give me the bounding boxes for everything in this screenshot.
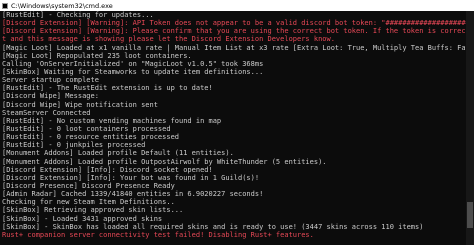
console-line: [Discord Extension] [Info]: Discord sock… [2,165,213,174]
scrollbar-thumb[interactable] [467,202,473,228]
console-line: Calling 'OnServerInitialized' on "MagicL… [2,59,264,68]
console-line: [RustEdit] - 0 loot containers processed [2,124,171,133]
vertical-scrollbar[interactable] [466,11,474,245]
console-line: [SkinBox] - SkinBox has loaded all requi… [2,222,424,231]
console-line: [Monument Addons] Loaded profile Default… [2,149,234,158]
cmd-icon [2,2,8,9]
console-line: [Discord Wipe] Wipe notification sent [2,100,158,109]
console-line: Checking for new Steam Item Definitions.… [2,198,175,207]
console-line: [RustEdit] - 0 junkpiles processed [2,141,146,150]
console-line: [SkinBox] Waiting for Steamworks to upda… [2,67,264,76]
console-line: [Discord Wipe] Message: [2,92,99,101]
console-line: [Magic Loot] Loaded at x1 vanilla rate |… [2,43,466,52]
console-line: [Magic Loot] Repopulated 235 loot contai… [2,51,192,60]
console-line: [RustEdit] - 0 resource entities process… [2,133,180,142]
console-line: [Discord Presence] Discord Presence Read… [2,181,175,190]
console-line: SteamServer Connected [2,108,91,117]
window-title: C:\Windows\system32\cmd.exe [11,1,113,10]
console-line: [RustEdit] - No custom vending machines … [2,116,222,125]
console-line: [SkinBox] - Loaded 3431 approved skins [2,214,163,223]
console-line: t and this message is showing please let… [2,35,335,44]
console-line: [Discord Extension] [Warning]: Please co… [2,27,466,36]
console-line: [Discord Extension] [Info]: Your bot was… [2,173,260,182]
cmd-window: C:\Windows\system32\cmd.exe [RustEdit] -… [0,0,474,245]
title-bar[interactable]: C:\Windows\system32\cmd.exe [0,0,474,11]
console-line: [RustEdit] - The RustEdit extension is u… [2,84,213,93]
console-line: [SkinBox] Retrieving approved skin lists… [2,206,184,215]
console-output[interactable]: [RustEdit] - Checking for updates... [Dis… [0,11,466,245]
console-line: [Monument Addons] Loaded profile Outpost… [2,157,327,166]
console-line: [Admin Radar] Cached 1339/41840 entities… [2,190,264,199]
console-line: [Discord Extension] [Warning]: API Token… [2,19,466,28]
console-line: Rust+ companion server connectivity test… [2,230,314,239]
console-line: [RustEdit] - Checking for updates... [2,11,154,19]
console-line: Server startup complete [2,76,99,85]
